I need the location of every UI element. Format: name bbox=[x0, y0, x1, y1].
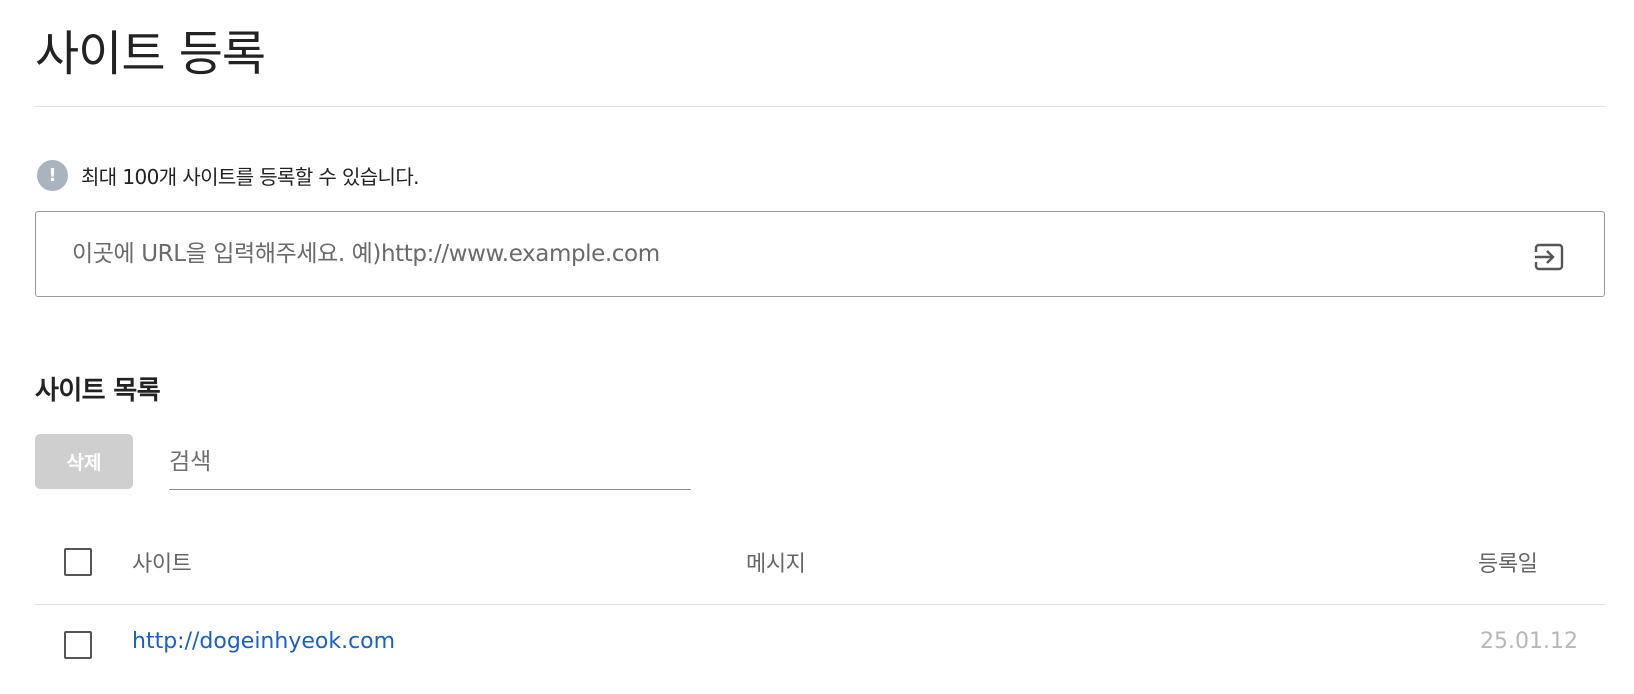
column-header-date: 등록일 bbox=[1478, 552, 1538, 577]
select-all-checkbox[interactable] bbox=[64, 548, 92, 576]
notice: ! 최대 100개 사이트를 등록할 수 있습니다. bbox=[37, 159, 420, 191]
row-date: 25.01.12 bbox=[1480, 629, 1578, 654]
enter-arrow-icon[interactable] bbox=[1532, 240, 1566, 274]
search-field bbox=[169, 436, 691, 490]
url-input-box bbox=[35, 211, 1605, 297]
url-input[interactable] bbox=[72, 232, 1472, 276]
notice-text: 최대 100개 사이트를 등록할 수 있습니다. bbox=[81, 164, 420, 189]
column-header-site: 사이트 bbox=[132, 552, 192, 577]
page-title: 사이트 등록 bbox=[35, 26, 266, 82]
column-header-message: 메시지 bbox=[746, 552, 806, 577]
title-divider bbox=[35, 106, 1605, 107]
row-checkbox[interactable] bbox=[64, 631, 92, 659]
table-row: http://dogeinhyeok.com 25.01.12 bbox=[35, 605, 1605, 685]
site-table: 사이트 메시지 등록일 http://dogeinhyeok.com 25.01… bbox=[35, 520, 1605, 685]
site-registration-page: 사이트 등록 ! 최대 100개 사이트를 등록할 수 있습니다. 사이트 목록… bbox=[35, 0, 1605, 694]
site-link[interactable]: http://dogeinhyeok.com bbox=[132, 629, 395, 654]
exclamation-icon: ! bbox=[37, 159, 68, 191]
table-header: 사이트 메시지 등록일 bbox=[35, 520, 1605, 605]
site-list-title: 사이트 목록 bbox=[35, 376, 161, 406]
delete-button[interactable]: 삭제 bbox=[35, 434, 133, 489]
search-input[interactable] bbox=[169, 436, 691, 488]
